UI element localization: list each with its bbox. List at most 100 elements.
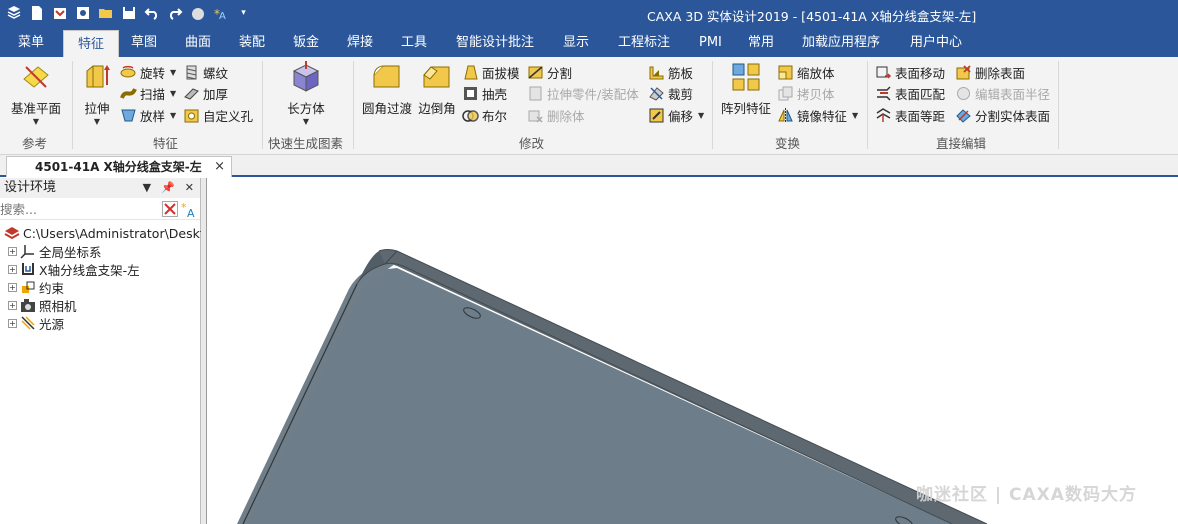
tab-pmi[interactable]: PMI — [699, 28, 722, 57]
tab-display[interactable]: 显示 — [563, 28, 589, 57]
window-title: CAXA 3D 实体设计2019 - [4501-41A X轴分线盒支架-左] — [647, 9, 977, 24]
tab-sheetmetal[interactable]: 钣金 — [293, 28, 319, 57]
tab-tools[interactable]: 工具 — [401, 28, 427, 57]
offset-button[interactable]: 偏移 ▼ — [648, 105, 704, 125]
app-menu-icon[interactable] — [4, 3, 23, 23]
extrude-to-part-button[interactable]: 拉伸零件/装配体 — [527, 83, 639, 103]
expand-icon[interactable]: + — [8, 300, 17, 310]
tree-item[interactable]: + 约束 — [8, 278, 64, 296]
revolve-button[interactable]: 旋转 ▼ — [120, 62, 176, 82]
search-input[interactable] — [0, 200, 160, 218]
tree-item-label: 约束 — [39, 280, 65, 296]
thread-label: 螺纹 — [203, 65, 229, 81]
move-face-label: 表面移动 — [895, 65, 946, 81]
tree-root[interactable]: C:\Users\Administrator\Deskt — [4, 224, 205, 242]
tab-smart-annotation[interactable]: 智能设计批注 — [456, 28, 534, 57]
tree-item[interactable]: + 光源 — [8, 314, 64, 332]
split-solid-face-button[interactable]: 分割实体表面 — [955, 105, 1050, 125]
tree-item[interactable]: + 照相机 — [8, 296, 77, 314]
smart-icon[interactable]: * A — [211, 3, 230, 23]
thread-button[interactable]: 螺纹 — [183, 62, 228, 82]
tab-surface[interactable]: 曲面 — [185, 28, 211, 57]
chamfer-button[interactable]: 边倒角 — [416, 61, 458, 117]
render-icon[interactable] — [188, 3, 207, 23]
fillet-button[interactable]: 圆角过渡 — [360, 61, 414, 117]
search-options-icon[interactable]: * A — [181, 201, 198, 218]
new-file-icon[interactable] — [27, 3, 46, 23]
shell-button[interactable]: 抽壳 — [462, 83, 507, 103]
open-folder-icon[interactable] — [96, 3, 115, 23]
sweep-label: 扫描 — [140, 86, 166, 102]
trim-button[interactable]: 裁剪 — [648, 83, 693, 103]
loft-button[interactable]: 放样 ▼ — [120, 105, 176, 125]
tab-weld[interactable]: 焊接 — [347, 28, 373, 57]
tab-menu[interactable]: 菜单 — [18, 28, 44, 57]
save-icon[interactable] — [119, 3, 138, 23]
ref-plane-button[interactable]: 基准平面 ▼ — [8, 61, 64, 127]
chevron-down-icon: ▼ — [32, 117, 40, 126]
delete-face-button[interactable]: 删除表面 — [955, 62, 1025, 82]
undo-icon[interactable] — [142, 3, 161, 23]
3d-viewport[interactable] — [207, 178, 1178, 524]
thicken-button[interactable]: 加厚 — [183, 83, 228, 103]
tree-item[interactable]: + 全局坐标系 — [8, 242, 102, 260]
quick-access-toolbar: * A ▾ — [4, 3, 253, 23]
tab-load-apps[interactable]: 加载应用程序 — [802, 28, 880, 57]
chevron-down-icon: ▼ — [852, 110, 859, 120]
close-icon[interactable]: ✕ — [185, 178, 194, 198]
expand-icon[interactable]: + — [8, 282, 17, 292]
pattern-button[interactable]: 阵列特征 — [718, 61, 774, 117]
extrude-button[interactable]: 拉伸 ▼ — [80, 61, 114, 127]
move-face-button[interactable]: 表面移动 — [875, 62, 945, 82]
close-icon[interactable]: × — [214, 157, 225, 177]
tree-item-label: 光源 — [39, 316, 65, 332]
redo-icon[interactable] — [165, 3, 184, 23]
clear-search-icon[interactable] — [162, 201, 178, 217]
new-mail-icon[interactable] — [50, 3, 69, 23]
scale-button[interactable]: 缩放体 — [777, 62, 835, 82]
offset-face-button[interactable]: 表面等距 — [875, 105, 945, 125]
custom-hole-button[interactable]: 自定义孔 — [183, 105, 253, 125]
document-tab[interactable]: 4501-41A X轴分线盒支架-左 × — [6, 156, 232, 177]
thicken-icon — [184, 87, 199, 100]
copy-body-button[interactable]: 拷贝体 — [777, 83, 835, 103]
mirror-feature-button[interactable]: 镜像特征 ▼ — [777, 105, 858, 125]
split-icon — [528, 65, 543, 79]
match-face-button[interactable]: 表面匹配 — [875, 83, 945, 103]
delete-body-button[interactable]: 删除体 — [527, 105, 585, 125]
tab-common[interactable]: 常用 — [748, 28, 774, 57]
tab-assembly[interactable]: 装配 — [239, 28, 265, 57]
pin-icon[interactable]: 📌 — [161, 178, 175, 198]
boolean-button[interactable]: 布尔 — [462, 105, 507, 125]
chevron-down-icon: ▼ — [170, 67, 177, 77]
edit-radius-icon — [957, 86, 970, 100]
draft-button[interactable]: 面拔模 — [462, 62, 520, 82]
loft-label: 放样 — [140, 108, 166, 124]
ref-plane-label: 基准平面 — [10, 101, 61, 116]
tab-sketch[interactable]: 草图 — [131, 28, 157, 57]
expand-icon[interactable]: + — [8, 264, 17, 274]
save-as-icon[interactable] — [73, 3, 92, 23]
box-button[interactable]: 长方体 ▼ — [282, 61, 330, 127]
offset-face-icon — [876, 107, 891, 122]
hole-icon — [184, 109, 199, 122]
panel-menu-icon[interactable]: ▼ — [143, 178, 151, 198]
split-button[interactable]: 分割 — [527, 62, 572, 82]
rib-label: 筋板 — [668, 65, 694, 81]
title-bar: * A ▾ CAXA 3D 实体设计2019 - [4501-41A X轴分线盒支… — [0, 0, 1178, 28]
watermark: 咖迷社区 | CAXA数码大方 — [916, 485, 1137, 505]
sweep-button[interactable]: 扫描 ▼ — [120, 83, 176, 103]
edit-face-radius-button[interactable]: 编辑表面半径 — [955, 83, 1050, 103]
tab-engineering-annotation[interactable]: 工程标注 — [618, 28, 670, 57]
tab-feature[interactable]: 特征 — [63, 30, 120, 57]
customize-dropdown-icon[interactable]: ▾ — [234, 3, 253, 23]
expand-icon[interactable]: + — [8, 318, 17, 328]
rib-button[interactable]: 筋板 — [648, 62, 693, 82]
chamfer-label: 边倒角 — [418, 101, 456, 116]
delete-face-icon — [956, 64, 971, 79]
tree-item[interactable]: + X轴分线盒支架-左 — [8, 260, 140, 278]
3d-model-render[interactable] — [207, 178, 1178, 524]
tab-user-center[interactable]: 用户中心 — [910, 28, 962, 57]
expand-icon[interactable]: + — [8, 246, 17, 256]
box-label: 长方体 — [287, 101, 325, 116]
